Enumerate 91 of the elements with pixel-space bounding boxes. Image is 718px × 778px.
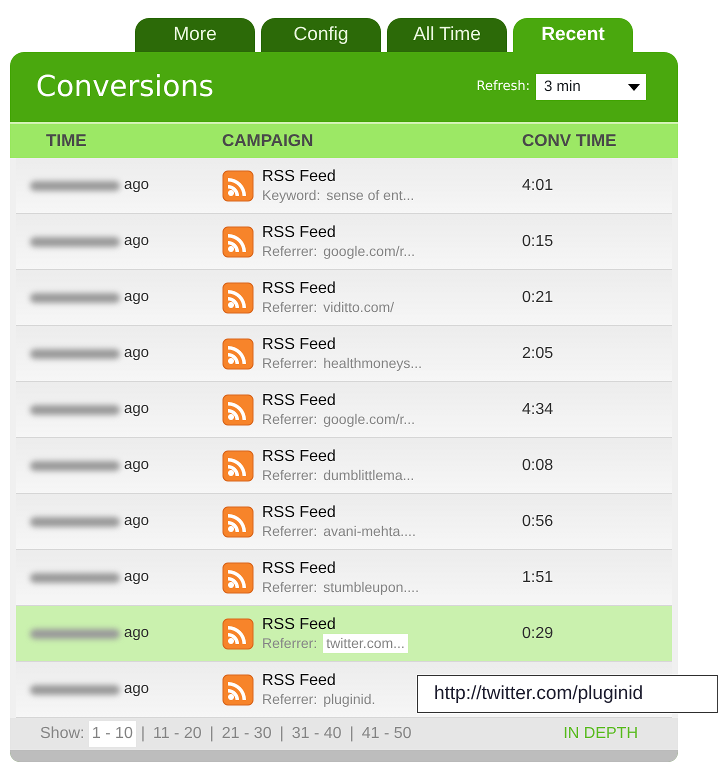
time-text: ago bbox=[124, 343, 150, 364]
separator: | bbox=[350, 724, 354, 744]
rss-icon bbox=[222, 618, 254, 650]
detail-label: Referrer: bbox=[262, 410, 318, 428]
rss-icon bbox=[222, 226, 254, 258]
campaign-name: RSS Feed bbox=[262, 390, 337, 410]
conv-time: 0:21 bbox=[522, 288, 554, 308]
rss-icon bbox=[222, 562, 254, 594]
rss-icon bbox=[222, 506, 254, 538]
time-text: ago bbox=[124, 231, 150, 252]
time-text: ago bbox=[124, 455, 150, 476]
detail-label: Referrer: bbox=[262, 578, 318, 596]
rss-icon bbox=[222, 394, 254, 426]
detail-link[interactable]: viditto.com/ bbox=[323, 298, 394, 316]
tab[interactable]: Recent bbox=[513, 18, 633, 52]
campaign-name: RSS Feed bbox=[262, 446, 337, 466]
caret-icon bbox=[628, 84, 640, 90]
detail-link[interactable]: google.com/r... bbox=[323, 410, 416, 428]
rss-icon bbox=[222, 170, 254, 202]
refresh-dropdown[interactable]: 3 min bbox=[536, 74, 646, 100]
conv-time: 1:51 bbox=[522, 568, 554, 588]
detail-link[interactable]: dumblittlema... bbox=[323, 466, 414, 484]
page-link[interactable]: 11 - 20 bbox=[150, 721, 205, 747]
table-row[interactable]: ago RSS Feed Referrer: twitter.com... 0:29 bbox=[16, 606, 672, 662]
table-row[interactable]: ago RSS Feed Referrer: dumblittlema... 0:08 bbox=[16, 438, 672, 494]
campaign-name: RSS Feed bbox=[262, 334, 337, 354]
detail-label: Keyword: bbox=[262, 186, 320, 204]
column-header: CAMPAIGN bbox=[222, 130, 314, 152]
detail-label: Referrer: bbox=[262, 354, 318, 372]
campaign-name: RSS Feed bbox=[262, 502, 337, 522]
table-row[interactable]: ago RSS Feed Referrer: stumbleupon.... 1:51 bbox=[16, 550, 672, 606]
conv-time: 4:01 bbox=[522, 176, 554, 196]
conv-time: 0:56 bbox=[522, 512, 554, 532]
detail-link[interactable]: sense of ent... bbox=[326, 186, 414, 204]
separator: | bbox=[140, 724, 145, 744]
detail-link[interactable]: pluginid. bbox=[323, 690, 376, 708]
campaign-name: RSS Feed bbox=[262, 166, 337, 186]
in-depth-link[interactable]: IN DEPTH bbox=[563, 722, 638, 746]
conv-time: 0:15 bbox=[522, 232, 554, 252]
rss-icon bbox=[222, 282, 254, 314]
tooltip: http://twitter.com/pluginid bbox=[417, 675, 718, 713]
panel-title: Conversions bbox=[36, 68, 214, 106]
table-row[interactable]: ago RSS Feed Referrer: google.com/r... 4:34 bbox=[16, 382, 672, 438]
rss-icon bbox=[222, 450, 254, 482]
tab[interactable]: All Time bbox=[387, 18, 507, 52]
campaign-name: RSS Feed bbox=[262, 278, 337, 298]
separator: | bbox=[210, 724, 214, 744]
detail-link[interactable]: google.com/r... bbox=[323, 242, 416, 260]
table-row[interactable]: ago RSS Feed Referrer: healthmoneys... 2:05 bbox=[16, 326, 672, 382]
table-row[interactable]: ago RSS Feed Referrer: viditto.com/ 0:21 bbox=[16, 270, 672, 326]
column-header: CONV TIME bbox=[522, 130, 618, 152]
detail-label: Referrer: bbox=[262, 298, 318, 316]
page-link[interactable]: 1 - 10 bbox=[88, 721, 136, 747]
table-row[interactable]: ago RSS Feed Referrer: google.com/r... 0:15 bbox=[16, 214, 672, 270]
detail-label: Referrer: bbox=[262, 242, 318, 260]
time-text: ago bbox=[124, 287, 150, 308]
detail-link[interactable]: twitter.com... bbox=[323, 634, 408, 652]
tab[interactable]: Config bbox=[261, 18, 381, 52]
detail-link[interactable]: healthmoneys... bbox=[323, 354, 422, 372]
conv-time: 4:34 bbox=[522, 400, 554, 420]
table-row[interactable]: ago RSS Feed Keyword: sense of ent... 4:01 bbox=[16, 158, 672, 214]
detail-label: Referrer: bbox=[262, 690, 318, 708]
detail-label: Referrer: bbox=[262, 466, 318, 484]
time-text: ago bbox=[124, 679, 150, 700]
separator: | bbox=[280, 724, 284, 744]
detail-label: Referrer: bbox=[262, 522, 318, 540]
tab[interactable]: More bbox=[135, 18, 255, 52]
rss-icon bbox=[222, 338, 254, 370]
time-text: ago bbox=[124, 567, 150, 588]
campaign-name: RSS Feed bbox=[262, 614, 337, 634]
conv-time: 0:08 bbox=[522, 456, 554, 476]
detail-link[interactable]: avani-mehta.... bbox=[323, 522, 416, 540]
column-header: TIME bbox=[45, 130, 88, 152]
campaign-name: RSS Feed bbox=[262, 558, 337, 578]
table-row[interactable]: ago RSS Feed Referrer: avani-mehta.... 0:56 bbox=[16, 494, 672, 550]
conv-time: 2:05 bbox=[522, 344, 554, 364]
rss-icon bbox=[222, 674, 254, 706]
time-text: ago bbox=[124, 399, 150, 420]
campaign-name: RSS Feed bbox=[262, 222, 337, 242]
conv-time: 0:29 bbox=[522, 624, 554, 644]
detail-link[interactable]: stumbleupon.... bbox=[323, 578, 419, 596]
page-link[interactable]: 21 - 30 bbox=[218, 721, 275, 747]
page-link[interactable]: 31 - 40 bbox=[288, 721, 345, 747]
time-text: ago bbox=[124, 623, 150, 644]
campaign-name: RSS Feed bbox=[262, 670, 337, 690]
detail-label: Referrer: bbox=[262, 634, 318, 652]
time-text: ago bbox=[124, 175, 150, 196]
show-label: Show: bbox=[40, 724, 84, 744]
page-link[interactable]: 41 - 50 bbox=[358, 721, 415, 747]
refresh-label: Refresh: bbox=[476, 78, 530, 96]
time-text: ago bbox=[124, 511, 150, 532]
